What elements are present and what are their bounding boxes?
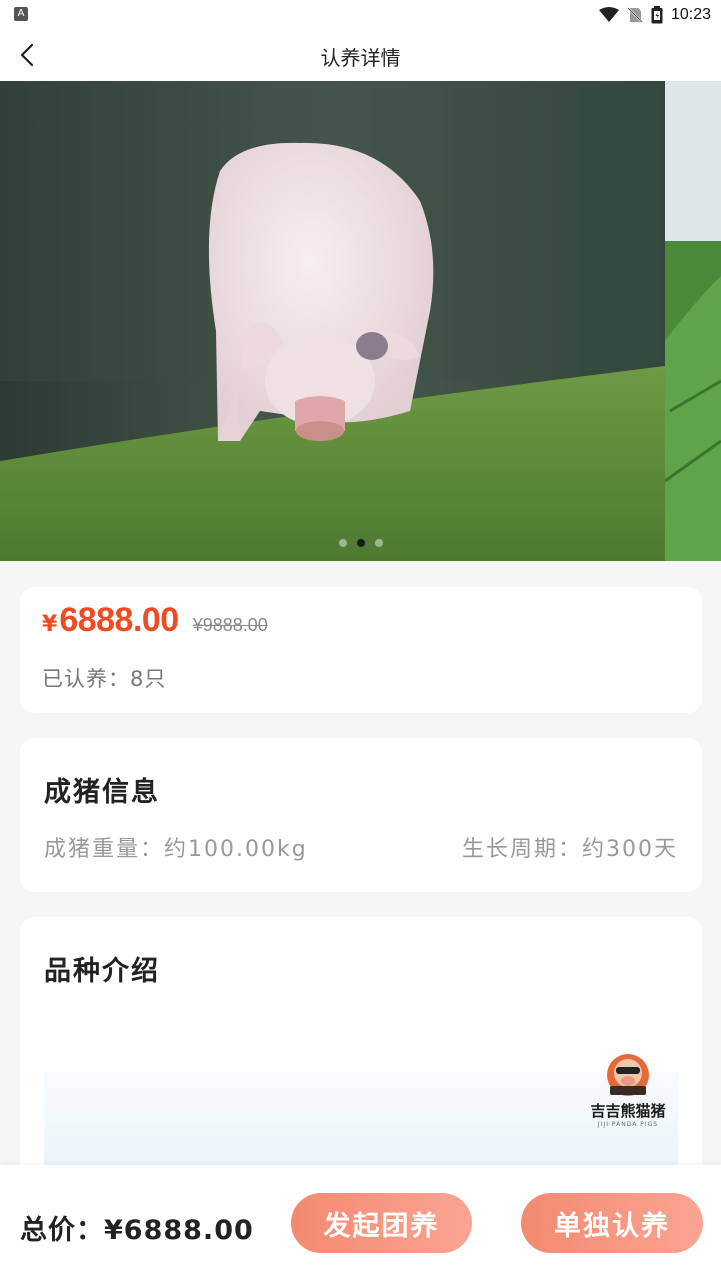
carousel-indicator: [0, 539, 721, 547]
pig-info-title: 成猪信息: [44, 777, 160, 808]
solo-adopt-button[interactable]: 单独认养: [521, 1193, 703, 1253]
status-bar: A 10:23: [0, 0, 721, 30]
carousel-dot[interactable]: [338, 539, 347, 547]
nav-bar: 认养详情: [0, 30, 721, 81]
page-title: 认养详情: [320, 46, 401, 70]
adopted-count: 已认养：8只: [42, 667, 167, 691]
original-price: ¥9888.00: [192, 615, 268, 635]
no-sim-icon: [627, 7, 643, 23]
pig-info-card: 成猪信息 成猪重量：约100.00kg 生长周期：约300天: [20, 738, 702, 892]
brand-subtitle: JIJI PANDA PIGS: [597, 1121, 659, 1128]
breed-title: 品种介绍: [44, 956, 160, 987]
bottom-action-bar: 总价：¥6888.00 发起团养 单独认养: [0, 1165, 721, 1280]
brand-name: 吉吉熊猫猪: [590, 1102, 666, 1120]
carousel-dot[interactable]: [374, 539, 383, 547]
image-carousel[interactable]: [0, 81, 721, 561]
group-adopt-button[interactable]: 发起团养: [291, 1193, 472, 1253]
carousel-image-next: [665, 81, 721, 561]
status-time: 10:23: [670, 6, 711, 23]
battery-icon: [651, 6, 663, 24]
price-row: ¥ 6888.00 ¥9888.00: [42, 601, 268, 640]
pig-weight: 成猪重量：约100.00kg: [44, 837, 308, 862]
notification-icon: A: [14, 7, 28, 21]
pig-info-row: 成猪重量：约100.00kg 生长周期：约300天: [44, 831, 678, 863]
status-icons: 10:23: [598, 4, 711, 26]
wifi-icon: [598, 7, 619, 22]
brand-logo: 吉吉熊猫猪 JIJI PANDA PIGS: [578, 1052, 678, 1142]
total-price: 总价：¥6888.00: [20, 1215, 254, 1246]
carousel-image-pig: [0, 81, 665, 561]
panda-pig-logo-icon: [607, 1054, 649, 1096]
price-card: ¥ 6888.00 ¥9888.00 已认养：8只: [20, 587, 702, 713]
carousel-dot-active[interactable]: [356, 539, 365, 547]
currency-symbol: ¥: [42, 612, 58, 637]
growth-cycle: 生长周期：约300天: [462, 837, 678, 862]
current-price: 6888.00: [59, 601, 179, 639]
